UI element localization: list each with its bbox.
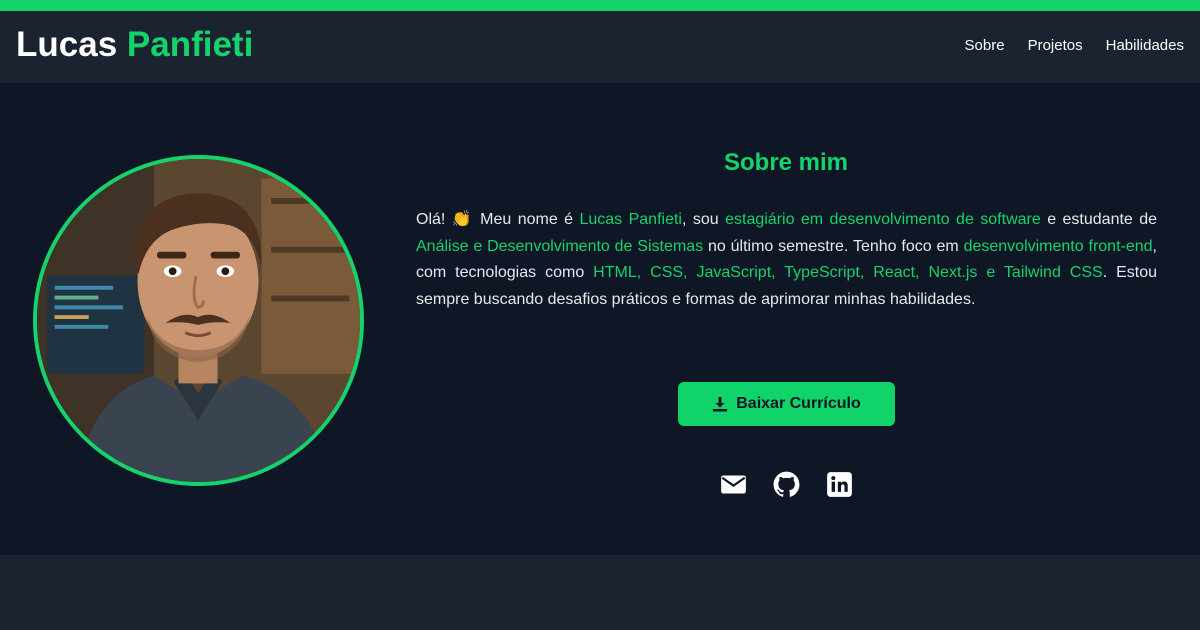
bio-highlight-course: Análise e Desenvolvimento de Sistemas: [416, 237, 704, 255]
bio-tech-html: HTML: [593, 264, 637, 281]
download-icon: [713, 397, 728, 412]
bio-tech-tailwind: Tailwind CSS: [1003, 264, 1103, 281]
bio-separator: ,: [683, 264, 697, 281]
bio-separator: ,: [636, 264, 651, 281]
bio-separator: e: [977, 264, 1004, 281]
bio-text: no último semestre. Tenho foco em: [703, 237, 964, 255]
logo-first-name: Lucas: [16, 25, 118, 64]
bio-tech-css: CSS: [650, 264, 684, 281]
bio-paragraph: Olá! 👏 Meu nome é Lucas Panfieti, sou es…: [416, 207, 1157, 313]
github-icon: [773, 471, 800, 497]
bio-text: e estudante de: [1040, 211, 1158, 228]
bio-separator: ,: [771, 264, 785, 281]
bio-separator: ,: [859, 264, 874, 281]
linkedin-icon: [827, 472, 852, 497]
profile-illustration: [37, 159, 360, 482]
social-links: [720, 471, 853, 498]
site-header: Lucas Panfieti Sobre Projetos Habilidade…: [0, 11, 1200, 83]
linkedin-link[interactable]: [826, 471, 853, 498]
nav-link-sobre[interactable]: Sobre: [965, 37, 1005, 54]
github-link[interactable]: [773, 471, 800, 498]
profile-avatar: [33, 155, 364, 486]
bio-highlight-focus: desenvolvimento front-end: [963, 237, 1153, 255]
bio-tech-nextjs: Next.js: [928, 264, 978, 281]
main-nav: Sobre Projetos Habilidades: [965, 37, 1184, 54]
download-resume-label: Baixar Currículo: [736, 395, 861, 412]
about-section: Sobre mim Olá! 👏 Meu nome é Lucas Panfie…: [0, 83, 1200, 555]
wave-emoji: 👏: [451, 211, 474, 228]
bio-text: , sou: [681, 211, 726, 228]
bio-separator: ,: [915, 264, 929, 281]
section-title: Sobre mim: [723, 149, 849, 176]
nav-link-habilidades[interactable]: Habilidades: [1106, 37, 1184, 54]
nav-link-projetos[interactable]: Projetos: [1028, 37, 1083, 54]
logo-last-name: Panfieti: [126, 25, 254, 64]
envelope-icon: [721, 475, 746, 494]
bio-tech-javascript: JavaScript: [696, 264, 772, 281]
site-logo[interactable]: Lucas Panfieti: [16, 25, 253, 65]
bio-tech-react: React: [873, 264, 916, 281]
page-footer: [0, 555, 1200, 630]
bio-highlight-role: estagiário em desenvolvimento de softwar…: [725, 211, 1041, 228]
bio-tech-typescript: TypeScript: [784, 264, 860, 281]
download-resume-button[interactable]: Baixar Currículo: [678, 382, 895, 426]
bio-text: Olá!: [416, 211, 452, 228]
email-link[interactable]: [720, 471, 747, 498]
top-accent-bar: [0, 0, 1200, 11]
bio-text: Meu nome é: [473, 211, 580, 228]
bio-highlight-name: Lucas Panfieti: [579, 211, 682, 228]
